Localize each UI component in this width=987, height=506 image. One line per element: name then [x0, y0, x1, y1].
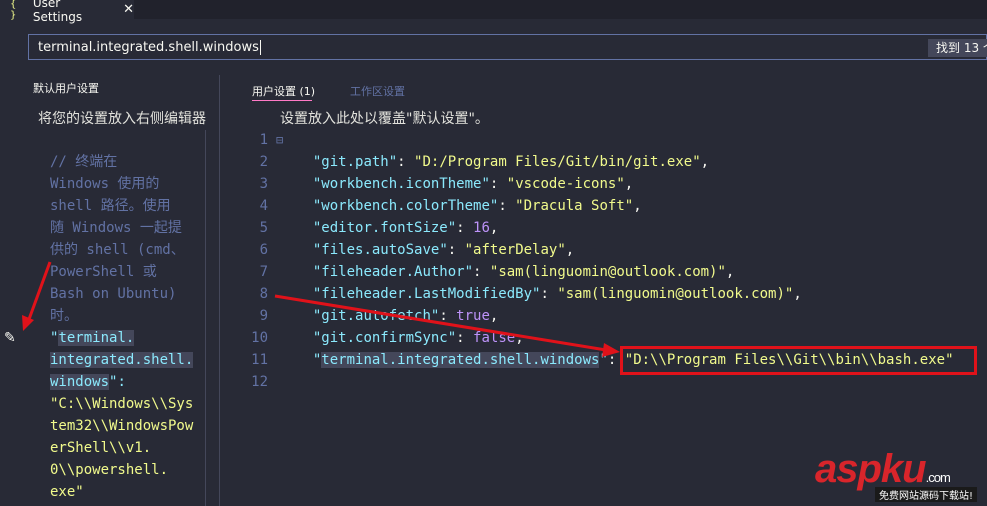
- watermark-brand: aspku: [815, 447, 927, 491]
- annotation-arrow-line: [274, 294, 607, 352]
- annotation-arrowhead: [602, 343, 620, 357]
- annotation-arrow-line: [26, 261, 52, 323]
- annotation-arrows: [22, 261, 620, 357]
- watermark-tld: .com: [925, 470, 951, 485]
- annotation-arrowhead: [22, 315, 34, 331]
- watermark-logo: aspku.com 免费网站源码下载站!: [815, 448, 987, 506]
- watermark-tagline: 免费网站源码下载站!: [875, 487, 978, 502]
